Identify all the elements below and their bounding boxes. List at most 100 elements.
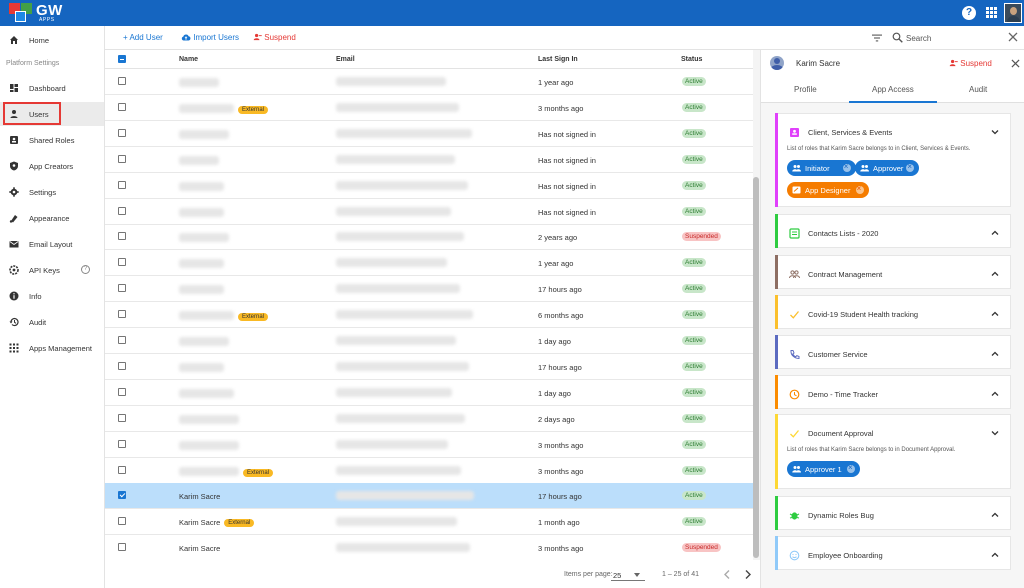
row-checkbox[interactable] (118, 336, 126, 344)
sidebar-item-label: Email Layout (29, 240, 73, 249)
add-user-button[interactable]: + Add User (123, 33, 163, 42)
sidebar-item-audit[interactable]: Audit (0, 310, 104, 334)
filter-icon[interactable] (872, 33, 882, 43)
row-checkbox[interactable] (118, 413, 126, 422)
table-row[interactable]: Has not signed in Active (105, 147, 753, 173)
table-row[interactable]: 1 year ago Active (105, 69, 753, 95)
import-users-button[interactable]: Import Users (181, 33, 239, 42)
app-access-card[interactable]: Document Approval List of roles that Kari… (775, 414, 1011, 489)
items-per-page-select[interactable]: 25 (611, 568, 645, 581)
remove-chip-icon[interactable] (906, 162, 915, 172)
app-access-card[interactable]: Client, Services & Events List of roles t… (775, 113, 1011, 207)
table-row[interactable]: 2 days ago Active (105, 406, 753, 432)
select-all-checkbox[interactable] (118, 55, 126, 63)
sidebar-item-dashboard[interactable]: Dashboard (0, 76, 104, 100)
remove-chip-icon[interactable] (855, 184, 864, 194)
help-circle-icon[interactable]: ? (81, 265, 90, 274)
chevron-up-icon[interactable] (991, 310, 999, 318)
table-row[interactable]: Karim Sacre 3 months ago Suspended (105, 535, 753, 560)
table-row[interactable]: Has not signed in Active (105, 121, 753, 147)
row-checkbox[interactable] (118, 361, 126, 370)
app-access-card[interactable]: Contract Management (775, 255, 1011, 289)
sidebar-item-app-creators[interactable]: App Creators (0, 154, 104, 178)
table-row[interactable]: 1 day ago Active (105, 328, 753, 354)
chevron-up-icon[interactable] (991, 511, 999, 519)
chevron-left-icon[interactable] (722, 569, 732, 580)
row-checkbox[interactable] (118, 543, 126, 552)
role-chip[interactable]: Approver (855, 160, 920, 176)
sidebar-item-apps-management[interactable]: Apps Management (0, 336, 104, 360)
row-checkbox[interactable] (118, 310, 126, 319)
role-chip[interactable]: Initiator (787, 160, 856, 176)
row-checkbox[interactable] (118, 102, 126, 111)
close-panel-icon[interactable] (1011, 59, 1020, 68)
sidebar-item-api-keys[interactable]: API Keys ? (0, 258, 104, 282)
sidebar-item-info[interactable]: Info (0, 284, 104, 308)
table-row[interactable]: Has not signed in Active (105, 173, 753, 199)
role-chip[interactable]: App Designer (787, 182, 869, 198)
app-access-card[interactable]: Contacts Lists - 2020 (775, 214, 1011, 248)
table-row[interactable]: External 3 months ago Active (105, 458, 753, 484)
chevron-down-icon[interactable] (991, 128, 999, 136)
app-access-card[interactable]: Employee Onboarding (775, 536, 1011, 570)
row-checkbox[interactable] (118, 206, 126, 215)
row-checkbox[interactable] (118, 465, 126, 474)
role-chip[interactable]: Approver 1 (787, 461, 860, 477)
table-row[interactable]: External 6 months ago Active (105, 302, 753, 329)
app-access-card[interactable]: Customer Service (775, 335, 1011, 369)
tab-app-access[interactable]: App Access (872, 85, 914, 94)
user-avatar[interactable] (1004, 3, 1022, 23)
info-icon (9, 291, 19, 301)
chevron-up-icon[interactable] (991, 390, 999, 398)
row-checkbox[interactable] (118, 154, 126, 163)
row-checkbox[interactable] (118, 180, 126, 189)
sidebar-item-appearance[interactable]: Appearance (0, 206, 104, 230)
remove-chip-icon[interactable] (842, 162, 851, 172)
chevron-up-icon[interactable] (991, 350, 999, 358)
app-access-card[interactable]: Dynamic Roles Bug (775, 496, 1011, 530)
chevron-right-icon[interactable] (743, 569, 753, 580)
tab-audit[interactable]: Audit (969, 85, 987, 94)
table-row[interactable]: 17 hours ago Active (105, 354, 753, 380)
redacted-email (336, 284, 460, 294)
help-icon[interactable]: ? (962, 6, 976, 20)
search-input[interactable] (906, 30, 996, 46)
row-checkbox[interactable] (118, 517, 126, 526)
close-icon[interactable] (1008, 32, 1018, 42)
table-row[interactable]: 17 hours ago Active (105, 276, 753, 303)
table-row[interactable]: 1 day ago Active (105, 380, 753, 406)
apps-grid-icon[interactable] (985, 6, 999, 20)
app-access-card[interactable]: Demo - Time Tracker (775, 375, 1011, 409)
row-checkbox[interactable] (118, 439, 126, 448)
sidebar-item-settings[interactable]: Settings (0, 180, 104, 204)
app-access-card[interactable]: Covid-19 Student Health tracking (775, 295, 1011, 329)
table-row[interactable]: External 3 months ago Active (105, 95, 753, 121)
panel-suspend-button[interactable]: Suspend (949, 59, 992, 68)
suspend-button[interactable]: Suspend (253, 33, 296, 42)
chevron-up-icon[interactable] (991, 229, 999, 237)
tab-profile[interactable]: Profile (794, 85, 817, 94)
row-checkbox[interactable] (118, 77, 126, 85)
row-checkbox[interactable] (118, 387, 126, 396)
sidebar-item-home[interactable]: Home (0, 28, 104, 52)
row-checkbox[interactable] (118, 128, 126, 137)
table-row[interactable]: 1 year ago Active (105, 250, 753, 277)
chevron-up-icon[interactable] (991, 270, 999, 278)
user-name-cell (179, 155, 219, 166)
chevron-up-icon[interactable] (991, 551, 999, 559)
table-row[interactable]: Karim Sacre 17 hours ago Active (105, 483, 753, 510)
chevron-down-icon[interactable] (991, 429, 999, 437)
sidebar-item-email-layout[interactable]: Email Layout (0, 232, 104, 256)
row-checkbox[interactable] (118, 284, 126, 293)
remove-chip-icon[interactable] (847, 463, 855, 473)
row-checkbox[interactable] (118, 258, 126, 267)
table-row[interactable]: 2 years ago Suspended (105, 224, 753, 251)
row-checkbox[interactable] (118, 232, 126, 241)
row-checkbox[interactable] (118, 491, 126, 500)
table-row[interactable]: Karim Sacre External 1 month ago Active (105, 509, 753, 536)
gw-apps-logo[interactable]: GW APPS (9, 2, 62, 23)
sidebar-item-shared-roles[interactable]: Shared Roles (0, 128, 104, 152)
table-scrollbar-thumb[interactable] (753, 177, 759, 558)
table-row[interactable]: Has not signed in Active (105, 199, 753, 225)
table-row[interactable]: 3 months ago Active (105, 432, 753, 458)
